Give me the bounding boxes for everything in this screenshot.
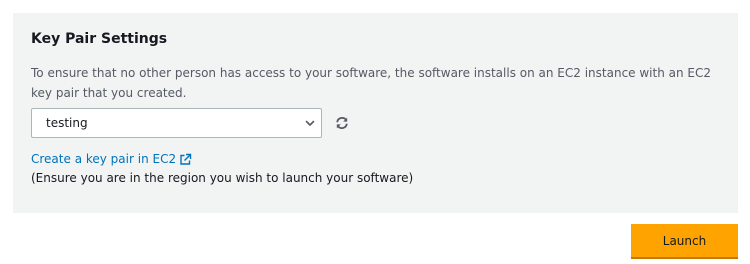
section-description: To ensure that no other person has acces… — [31, 66, 712, 100]
chevron-down-icon — [305, 120, 315, 126]
key-pair-settings-panel: Key Pair Settings To ensure that no othe… — [13, 13, 738, 213]
launch-button[interactable]: Launch — [631, 224, 738, 259]
section-title: Key Pair Settings — [31, 31, 168, 47]
create-key-pair-link-label: Create a key pair in EC2 — [31, 152, 177, 166]
selected-key-pair: testing — [46, 116, 88, 130]
region-hint: (Ensure you are in the region you wish t… — [31, 171, 414, 185]
create-key-pair-link[interactable]: Create a key pair in EC2 — [31, 149, 192, 169]
refresh-icon[interactable] — [335, 116, 349, 130]
key-pair-select[interactable]: testing — [31, 108, 322, 138]
external-link-icon — [180, 153, 192, 165]
